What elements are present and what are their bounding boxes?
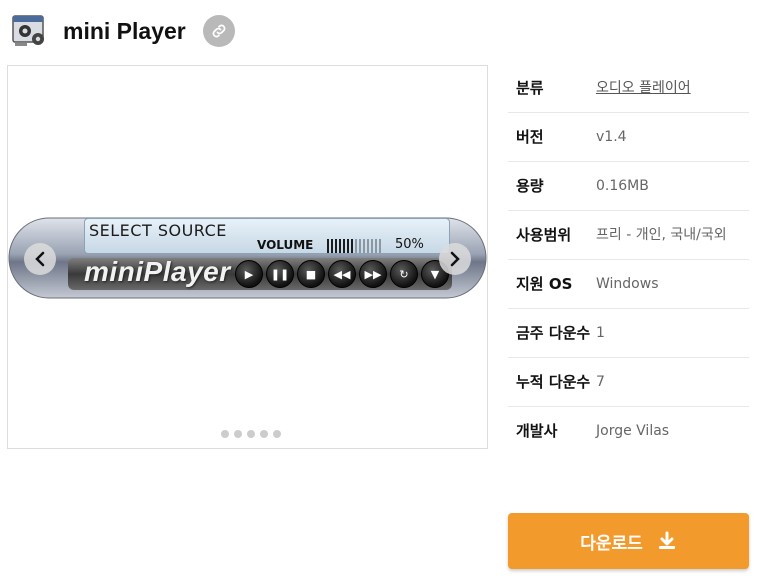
fast-forward-icon: ▶▶ <box>359 260 387 288</box>
lcd-display: SELECT SOURCE VOLUME 50% <box>84 218 450 254</box>
info-label: 분류 <box>516 79 544 97</box>
download-icon <box>658 531 675 549</box>
info-label: 누적 다운수 <box>516 373 591 391</box>
info-label: 지원 OS <box>516 275 573 293</box>
app-icon <box>12 14 48 48</box>
download-button[interactable]: 다운로드 <box>508 513 749 569</box>
info-value: 프리 - 개인, 국내/국외 <box>596 227 727 243</box>
carousel-dot[interactable] <box>221 430 229 438</box>
copy-link-button[interactable] <box>202 15 235 47</box>
info-row-developer: 개발사 Jorge Vilas <box>508 407 749 455</box>
category-link[interactable]: 오디오 플레이어 <box>596 77 749 100</box>
volume-meter <box>327 239 381 253</box>
info-label: 사용범위 <box>516 226 572 244</box>
lcd-volume-percent: 50% <box>395 237 424 252</box>
app-title: mini Player <box>63 17 186 44</box>
info-label: 금주 다운수 <box>516 324 591 342</box>
info-row-version: 버전 v1.4 <box>508 113 749 162</box>
player-controls: ▶ ❚❚ ■ ◀◀ ▶▶ ↻ ▼ <box>235 260 449 288</box>
lcd-source-text: SELECT SOURCE <box>89 221 227 240</box>
carousel-dots <box>221 430 281 438</box>
info-row-size: 용량 0.16MB <box>508 162 749 211</box>
info-value: v1.4 <box>596 129 627 145</box>
info-label: 개발사 <box>516 422 558 440</box>
carousel-dot[interactable] <box>247 430 255 438</box>
info-value: 1 <box>596 325 605 341</box>
lcd-volume-label: VOLUME <box>257 238 314 252</box>
chevron-left-icon <box>35 251 45 267</box>
info-row-category: 분류 오디오 플레이어 <box>508 64 749 113</box>
pause-icon: ❚❚ <box>266 260 294 288</box>
info-value: 0.16MB <box>596 178 649 194</box>
carousel-prev-button[interactable] <box>24 243 56 275</box>
info-value: Jorge Vilas <box>596 423 670 439</box>
carousel-dot[interactable] <box>234 430 242 438</box>
screenshot-gallery[interactable]: SELECT SOURCE VOLUME 50% miniPlayer ▶ ❚❚… <box>7 65 488 449</box>
link-icon <box>212 24 226 38</box>
info-row-os: 지원 OS Windows <box>508 260 749 309</box>
info-label: 버전 <box>516 128 544 146</box>
chevron-right-icon <box>450 251 460 267</box>
carousel-dot[interactable] <box>260 430 268 438</box>
info-row-weekly-downloads: 금주 다운수 1 <box>508 309 749 358</box>
miniplayer-logo: miniPlayer <box>84 256 231 287</box>
info-value: 7 <box>596 374 605 390</box>
app-header: mini Player <box>12 12 235 50</box>
download-label: 다운로드 <box>580 533 643 554</box>
rewind-icon: ◀◀ <box>328 260 356 288</box>
play-icon: ▶ <box>235 260 263 288</box>
stop-icon: ■ <box>297 260 325 288</box>
info-value: Windows <box>596 276 659 292</box>
carousel-dot[interactable] <box>273 430 281 438</box>
info-row-license: 사용범위 프리 - 개인, 국내/국외 <box>508 211 749 260</box>
miniplayer-screenshot: SELECT SOURCE VOLUME 50% miniPlayer ▶ ❚❚… <box>8 216 487 300</box>
software-info: 분류 오디오 플레이어 버전 v1.4 용량 0.16MB 사용범위 프리 - … <box>508 64 749 455</box>
repeat-icon: ↻ <box>390 260 418 288</box>
info-row-total-downloads: 누적 다운수 7 <box>508 358 749 407</box>
carousel-next-button[interactable] <box>439 243 471 275</box>
info-label: 용량 <box>516 177 544 195</box>
